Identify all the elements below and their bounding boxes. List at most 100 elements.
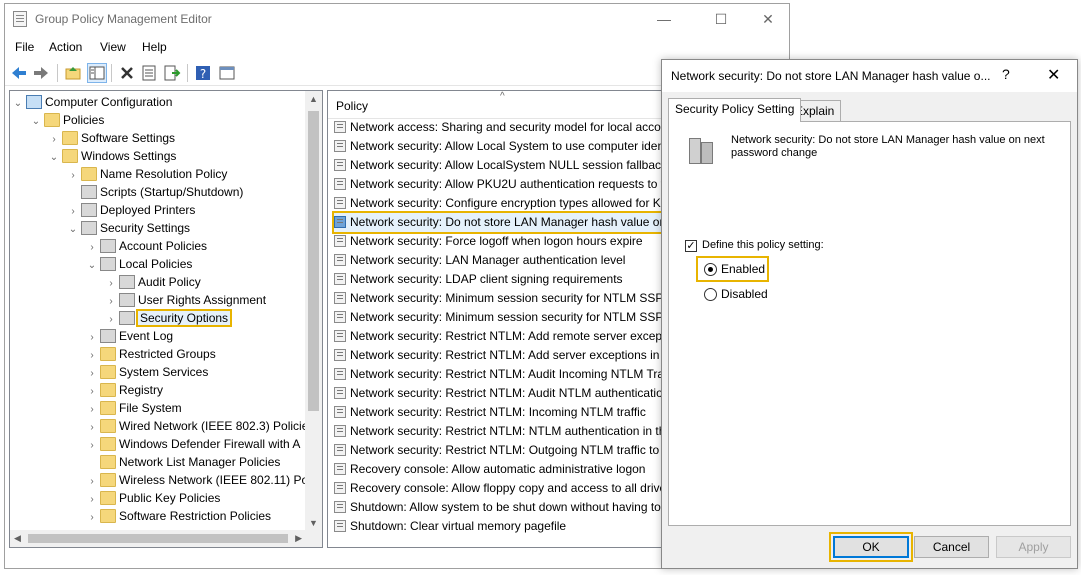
tree-item[interactable]: › Event Log	[86, 327, 173, 345]
policy-column-header[interactable]: Policy	[336, 99, 368, 113]
forward-icon[interactable]	[31, 63, 51, 83]
tree-item[interactable]: › Restricted Groups	[86, 345, 216, 363]
table-row[interactable]: Shutdown: Allow system to be shut down w…	[334, 498, 671, 517]
policy-name: Network security: LAN Manager authentica…	[350, 253, 626, 267]
export-icon[interactable]	[162, 63, 182, 83]
delete-icon[interactable]	[117, 63, 137, 83]
close-button[interactable]: ✕	[745, 8, 791, 30]
tree-item[interactable]: › Public Key Policies	[86, 489, 220, 507]
table-row[interactable]: Recovery console: Allow floppy copy and …	[334, 479, 671, 498]
policy-name: Network security: Restrict NTLM: Incomin…	[350, 405, 646, 419]
tree-item[interactable]: › User Rights Assignment	[105, 291, 266, 309]
tree-item[interactable]: › Deployed Printers	[67, 201, 195, 219]
expand-chevron-icon[interactable]: ⌄	[12, 95, 24, 113]
policy-name: Shutdown: Clear virtual memory pagefile	[350, 519, 567, 533]
table-row[interactable]: Recovery console: Allow automatic admini…	[334, 460, 671, 479]
menu-action[interactable]: Action	[49, 40, 82, 54]
expand-chevron-icon[interactable]: ›	[86, 509, 98, 527]
table-row[interactable]: Network security: Minimum session securi…	[334, 308, 671, 327]
policy-icon	[334, 520, 346, 532]
policy-icon	[334, 178, 346, 190]
help-icon[interactable]: ?	[193, 63, 213, 83]
disabled-radio[interactable]	[704, 288, 717, 301]
security-icon	[119, 311, 135, 325]
cancel-button[interactable]: Cancel	[914, 536, 989, 558]
table-row[interactable]: Network security: Restrict NTLM: Audit I…	[334, 365, 671, 384]
printer-icon	[81, 203, 97, 217]
table-row[interactable]: Network security: Restrict NTLM: Incomin…	[334, 403, 671, 422]
tree-vertical-scrollbar[interactable]: ▲ ▼	[305, 91, 322, 531]
define-policy-checkbox[interactable]: ✓	[685, 240, 697, 252]
tree-item-label: Wired Network (IEEE 802.3) Policie	[119, 419, 309, 433]
maximize-button[interactable]: ☐	[698, 8, 744, 30]
show-tree-icon[interactable]	[87, 63, 107, 83]
apply-button[interactable]: Apply	[996, 536, 1071, 558]
table-row[interactable]: Network security: Configure encryption t…	[334, 194, 671, 213]
back-icon[interactable]	[9, 63, 29, 83]
dialog-help-button[interactable]: ?	[1002, 66, 1010, 82]
tree-item[interactable]: ⌄ Local Policies	[86, 255, 192, 273]
tree-item[interactable]: ⌄ Computer Configuration	[12, 93, 172, 111]
tree-item[interactable]: Network List Manager Policies	[86, 453, 280, 471]
table-row[interactable]: Network access: Sharing and security mod…	[334, 118, 671, 137]
properties-icon[interactable]	[139, 63, 159, 83]
tree-item[interactable]: › Software Restriction Policies	[86, 507, 271, 525]
define-policy-label[interactable]: Define this policy setting:	[702, 239, 824, 251]
table-row[interactable]: Network security: Allow PKU2U authentica…	[334, 175, 671, 194]
policy-name: Network security: Do not store LAN Manag…	[350, 215, 667, 229]
table-row[interactable]: Network security: Minimum session securi…	[334, 289, 671, 308]
table-row[interactable]: Network security: Restrict NTLM: NTLM au…	[334, 422, 671, 441]
expand-chevron-icon[interactable]: ⌄	[86, 257, 98, 275]
table-row[interactable]: Network security: Restrict NTLM: Outgoin…	[334, 441, 671, 460]
tree-item[interactable]: › File System	[86, 399, 182, 417]
policy-name: Network security: Restrict NTLM: Audit I…	[350, 367, 665, 381]
table-row[interactable]: Network security: Restrict NTLM: Add rem…	[334, 327, 671, 346]
table-row[interactable]: Network security: Allow LocalSystem NULL…	[334, 156, 671, 175]
table-row[interactable]: Network security: LAN Manager authentica…	[334, 251, 671, 270]
folder-icon	[100, 383, 116, 397]
expand-chevron-icon[interactable]: ⌄	[48, 149, 60, 167]
expand-chevron-icon[interactable]: ⌄	[67, 221, 79, 239]
tree-item[interactable]: Scripts (Startup/Shutdown)	[67, 183, 243, 201]
tree-item[interactable]: ⌄ Windows Settings	[48, 147, 176, 165]
tree-item[interactable]: ⌄ Policies	[30, 111, 104, 129]
tree-item[interactable]: › Account Policies	[86, 237, 207, 255]
tree-horizontal-scrollbar[interactable]: ◀ ▶	[10, 530, 322, 547]
tree-item[interactable]: › Security Options	[105, 309, 233, 327]
list-header[interactable]: Policy ^	[328, 91, 671, 119]
tab-security-policy-setting[interactable]: Security Policy Setting	[668, 98, 802, 122]
tree-item[interactable]: › Wired Network (IEEE 802.3) Policie	[86, 417, 308, 435]
enabled-radio[interactable]	[704, 263, 717, 276]
table-row[interactable]: Network security: Restrict NTLM: Add ser…	[334, 346, 671, 365]
tree-item[interactable]: › Name Resolution Policy	[67, 165, 227, 183]
up-folder-icon[interactable]	[63, 63, 83, 83]
table-row[interactable]: Network security: Do not store LAN Manag…	[332, 211, 671, 234]
tree-item[interactable]: › Wireless Network (IEEE 802.11) Po	[86, 471, 308, 489]
tree-item[interactable]: › Windows Defender Firewall with A	[86, 435, 300, 453]
tree-item[interactable]: › Registry	[86, 381, 163, 399]
view-icon[interactable]	[217, 63, 237, 83]
console-tree[interactable]: ⌄ Computer Configuration ⌄ Policies › Softwar…	[9, 90, 323, 548]
menu-file[interactable]: File	[15, 40, 34, 54]
menu-view[interactable]: View	[100, 40, 126, 54]
tree-item[interactable]: › Software Settings	[48, 129, 175, 147]
table-row[interactable]: Network security: LDAP client signing re…	[334, 270, 671, 289]
table-row[interactable]: Network security: Restrict NTLM: Audit N…	[334, 384, 671, 403]
menu-help[interactable]: Help	[142, 40, 167, 54]
minimize-button[interactable]: —	[641, 8, 687, 30]
policy-list[interactable]: Policy ^ Network access: Sharing and sec…	[327, 90, 672, 548]
table-row[interactable]: Network security: Allow Local System to …	[334, 137, 671, 156]
policy-icon	[334, 349, 346, 361]
tree-item[interactable]: › System Services	[86, 363, 208, 381]
enabled-label[interactable]: Enabled	[721, 262, 765, 276]
tree-item[interactable]: › Audit Policy	[105, 273, 201, 291]
tree-item[interactable]: ⌄ Security Settings	[67, 219, 190, 237]
ok-button[interactable]: OK	[833, 536, 909, 558]
table-row[interactable]: Shutdown: Clear virtual memory pagefile	[334, 517, 671, 536]
table-row[interactable]: Network security: Force logoff when logo…	[334, 232, 671, 251]
policy-icon	[334, 482, 346, 494]
expand-chevron-icon[interactable]: ⌄	[30, 113, 42, 131]
policy-name: Network security: LDAP client signing re…	[350, 272, 623, 286]
dialog-close-button[interactable]: ✕	[1047, 65, 1060, 85]
disabled-label[interactable]: Disabled	[721, 287, 768, 301]
